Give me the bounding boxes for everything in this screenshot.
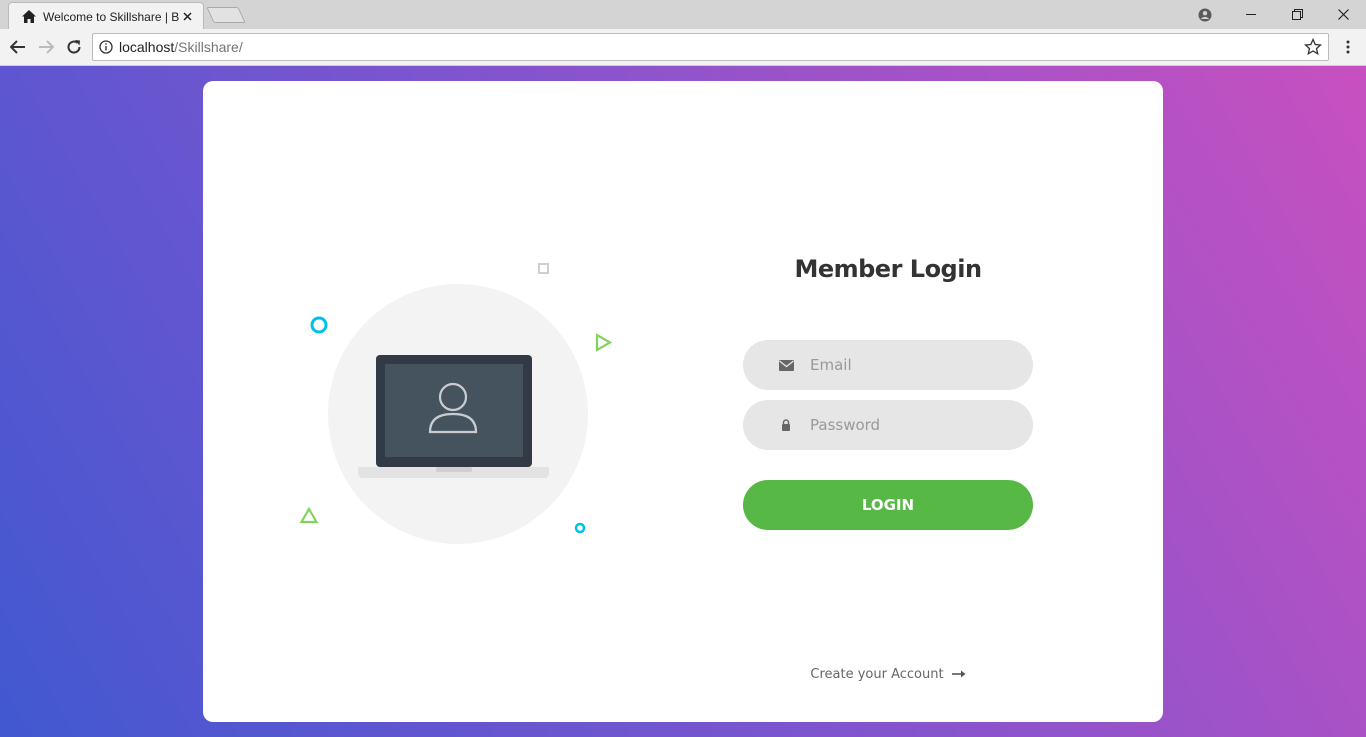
decor-triangle-up (299, 506, 319, 524)
password-field-wrapper (743, 400, 1033, 450)
envelope-icon (778, 357, 794, 373)
restore-icon[interactable] (1274, 0, 1320, 29)
back-icon[interactable] (6, 35, 30, 59)
address-bar[interactable]: localhost/Skillshare/ (92, 33, 1329, 61)
new-tab-button[interactable] (206, 7, 246, 23)
home-icon (21, 9, 37, 25)
page-background: Member Login LOGIN Create your Account (0, 66, 1366, 737)
more-menu-icon[interactable] (1340, 35, 1356, 59)
reload-icon[interactable] (62, 35, 86, 59)
password-input[interactable] (810, 400, 1010, 450)
create-account-link-row: Create your Account (743, 667, 1033, 682)
email-input[interactable] (810, 340, 1010, 390)
minimize-icon[interactable] (1228, 0, 1274, 29)
laptop-notch (436, 467, 472, 472)
browser-tabbar: Welcome to Skillshare | B (0, 0, 1366, 29)
url-path: /Skillshare/ (174, 39, 243, 55)
lock-icon (778, 417, 794, 433)
login-card: Member Login LOGIN Create your Account (203, 81, 1163, 722)
browser-toolbar: localhost/Skillshare/ (0, 29, 1366, 66)
decor-triangle-right (595, 333, 613, 352)
decor-square (538, 263, 549, 274)
decor-ring-large (310, 316, 328, 334)
login-title: Member Login (794, 255, 982, 283)
info-icon[interactable] (99, 40, 113, 54)
create-account-link[interactable]: Create your Account (810, 667, 943, 682)
browser-tab[interactable]: Welcome to Skillshare | B (8, 2, 204, 29)
url-text: localhost/Skillshare/ (119, 39, 243, 55)
email-field-wrapper (743, 340, 1033, 390)
tab-title: Welcome to Skillshare | B (43, 9, 179, 24)
profile-icon[interactable] (1182, 0, 1228, 29)
decor-ring-small (574, 522, 586, 534)
forward-icon[interactable] (34, 35, 58, 59)
url-host: localhost (119, 39, 175, 55)
login-illustration (299, 263, 613, 544)
login-button[interactable]: LOGIN (743, 480, 1033, 530)
bookmark-star-icon[interactable] (1304, 38, 1322, 56)
close-window-icon[interactable] (1320, 0, 1366, 29)
close-tab-icon[interactable] (179, 9, 195, 25)
arrow-right-icon[interactable] (951, 667, 966, 682)
